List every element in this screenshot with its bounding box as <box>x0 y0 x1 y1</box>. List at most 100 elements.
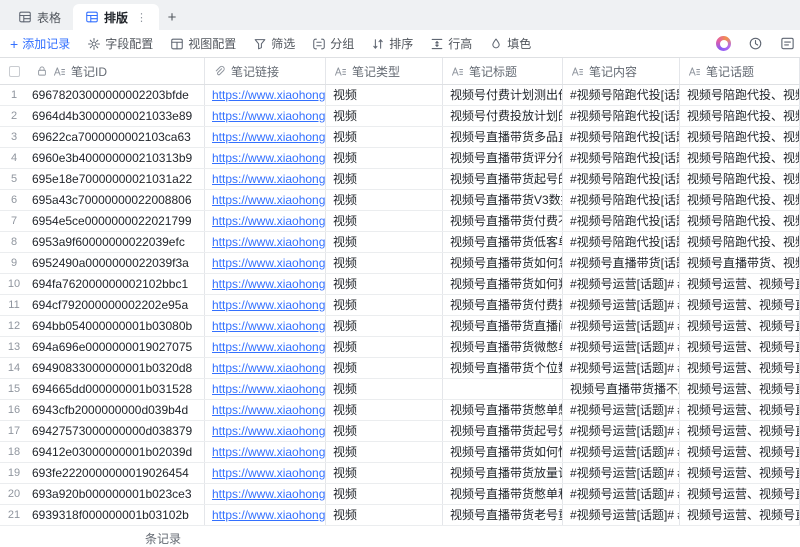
cell-note-topic[interactable]: 视频号陪跑代投、视频... <box>680 148 800 168</box>
cell-note-id[interactable]: 69622ca7000000002103ca63 <box>28 127 205 147</box>
cell-note-type[interactable]: 视频 <box>326 190 443 210</box>
cell-note-content[interactable]: #视频号运营[话题]# #... <box>563 463 680 483</box>
cell-note-topic[interactable]: 视频号陪跑代投、视频... <box>680 106 800 126</box>
sort-button[interactable]: 排序 <box>371 35 413 52</box>
cell-note-type[interactable]: 视频 <box>326 148 443 168</box>
cell-note-title[interactable]: 视频号直播带货放量计... <box>443 463 563 483</box>
cell-note-topic[interactable]: 视频号运营、视频号直... <box>680 337 800 357</box>
cell-note-type[interactable]: 视频 <box>326 253 443 273</box>
cell-note-link[interactable]: https://www.xiaohongs... <box>205 274 326 294</box>
cell-note-type[interactable]: 视频 <box>326 358 443 378</box>
cell-note-id[interactable]: 6939318f000000001b03102b <box>28 505 205 525</box>
cell-note-type[interactable]: 视频 <box>326 400 443 420</box>
cell-note-id[interactable]: 69678203000000002203bfde <box>28 85 205 105</box>
cell-note-title[interactable]: 视频号直播带货如何判... <box>443 274 563 294</box>
cell-note-type[interactable]: 视频 <box>326 484 443 504</box>
cell-note-topic[interactable]: 视频号直播带货、视频... <box>680 253 800 273</box>
filter-button[interactable]: 筛选 <box>253 35 295 52</box>
cell-note-topic[interactable]: 视频号运营、视频号直... <box>680 421 800 441</box>
cell-note-content[interactable]: #视频号运营[话题]# #... <box>563 337 680 357</box>
cell-note-id[interactable]: 694a696e0000000019027075 <box>28 337 205 357</box>
cell-note-content[interactable]: #视频号运营[话题]# #... <box>563 421 680 441</box>
cell-note-link[interactable]: https://www.xiaohongs... <box>205 232 326 252</box>
cell-note-content[interactable]: #视频号陪跑代投[话题]... <box>563 169 680 189</box>
cell-note-topic[interactable]: 视频号陪跑代投、视频... <box>680 232 800 252</box>
cell-note-id[interactable]: 693fe2220000000019026454 <box>28 463 205 483</box>
select-all-checkbox[interactable] <box>8 65 20 77</box>
cell-note-link[interactable]: https://www.xiaohongs... <box>205 421 326 441</box>
cell-note-id[interactable]: 694bb054000000001b03080b <box>28 316 205 336</box>
cell-note-id[interactable]: 6960e3b400000000210313b9 <box>28 148 205 168</box>
cell-note-type[interactable]: 视频 <box>326 127 443 147</box>
cell-note-topic[interactable]: 视频号运营、视频号直... <box>680 442 800 462</box>
cell-note-title[interactable]: 视频号直播带货个位数... <box>443 358 563 378</box>
cell-note-id[interactable]: 69490833000000001b0320d8 <box>28 358 205 378</box>
add-view-button[interactable]: + <box>159 4 185 30</box>
cell-note-link[interactable]: https://www.xiaohongs... <box>205 316 326 336</box>
cell-note-link[interactable]: https://www.xiaohongs... <box>205 484 326 504</box>
cell-note-content[interactable]: #视频号直播带货[话题]... <box>563 253 680 273</box>
cell-note-content[interactable]: #视频号陪跑代投[话题]... <box>563 148 680 168</box>
tab-more-icon[interactable]: ⋮ <box>136 11 147 24</box>
column-header-note-content[interactable]: 笔记内容 <box>563 58 680 84</box>
add-record-button[interactable]: + 添加记录 <box>10 35 70 52</box>
cell-note-content[interactable]: #视频号运营[话题]# #... <box>563 316 680 336</box>
cell-note-topic[interactable]: 视频号陪跑代投、视频... <box>680 127 800 147</box>
cell-note-topic[interactable]: 视频号运营、视频号直... <box>680 463 800 483</box>
cell-note-title[interactable]: 视频号直播带货憋单憋... <box>443 400 563 420</box>
column-header-note-id[interactable]: 笔记ID <box>28 58 205 84</box>
cell-note-link[interactable]: https://www.xiaohongs... <box>205 211 326 231</box>
cell-note-type[interactable]: 视频 <box>326 505 443 525</box>
cell-note-title[interactable]: 视频号直播带货憋单和... <box>443 484 563 504</box>
cell-note-topic[interactable]: 视频号运营、视频号直... <box>680 295 800 315</box>
cell-note-type[interactable]: 视频 <box>326 316 443 336</box>
column-header-note-type[interactable]: 笔记类型 <box>326 58 443 84</box>
cell-note-content[interactable]: #视频号运营[话题]# #... <box>563 358 680 378</box>
cell-note-id[interactable]: 6954e5ce0000000022021799 <box>28 211 205 231</box>
cell-note-topic[interactable]: 视频号运营、视频号直... <box>680 505 800 525</box>
cell-note-type[interactable]: 视频 <box>326 421 443 441</box>
cell-note-title[interactable]: 视频号直播带货评分很... <box>443 148 563 168</box>
cell-note-topic[interactable]: 视频号运营、视频号直... <box>680 379 800 399</box>
cell-note-type[interactable]: 视频 <box>326 169 443 189</box>
cell-note-topic[interactable]: 视频号运营、视频号直... <box>680 316 800 336</box>
cell-note-link[interactable]: https://www.xiaohongs... <box>205 148 326 168</box>
cell-note-topic[interactable]: 视频号陪跑代投、视频... <box>680 211 800 231</box>
cell-note-content[interactable]: #视频号陪跑代投[话题]... <box>563 211 680 231</box>
cell-note-content[interactable]: #视频号运营[话题]# #... <box>563 400 680 420</box>
cell-note-content[interactable]: #视频号运营[话题]# #... <box>563 484 680 504</box>
cell-note-id[interactable]: 6952490a0000000022039f3a <box>28 253 205 273</box>
history-icon[interactable] <box>748 36 763 51</box>
cell-note-content[interactable]: #视频号陪跑代投[话题]... <box>563 85 680 105</box>
cell-note-title[interactable]: 视频号直播带货直播间... <box>443 316 563 336</box>
cell-note-title[interactable]: 视频号直播带货起号如... <box>443 421 563 441</box>
cell-note-title[interactable]: 视频号付费投放计划的... <box>443 106 563 126</box>
cell-note-id[interactable]: 6953a9f60000000022039efc <box>28 232 205 252</box>
cell-note-title[interactable]: 视频号直播带货如何急... <box>443 253 563 273</box>
cell-note-content[interactable]: 视频号直播带货播不起... <box>563 379 680 399</box>
cell-note-title[interactable] <box>443 379 563 399</box>
cell-note-topic[interactable]: 视频号运营、视频号直... <box>680 274 800 294</box>
cell-note-content[interactable]: #视频号运营[话题]# #... <box>563 442 680 462</box>
cell-note-id[interactable]: 694665dd000000001b031528 <box>28 379 205 399</box>
cell-note-id[interactable]: 694cf792000000002202e95a <box>28 295 205 315</box>
cell-note-id[interactable]: 69412e03000000001b02039d <box>28 442 205 462</box>
cell-note-topic[interactable]: 视频号陪跑代投、视频... <box>680 85 800 105</box>
cell-note-link[interactable]: https://www.xiaohongs... <box>205 295 326 315</box>
cell-note-type[interactable]: 视频 <box>326 295 443 315</box>
cell-note-content[interactable]: #视频号陪跑代投[话题]... <box>563 127 680 147</box>
cell-note-content[interactable]: #视频号运营[话题]# #... <box>563 505 680 525</box>
cell-note-link[interactable]: https://www.xiaohongs... <box>205 106 326 126</box>
cell-note-type[interactable]: 视频 <box>326 463 443 483</box>
cell-note-type[interactable]: 视频 <box>326 274 443 294</box>
cell-note-type[interactable]: 视频 <box>326 106 443 126</box>
cell-note-topic[interactable]: 视频号运营、视频号直... <box>680 400 800 420</box>
cell-note-type[interactable]: 视频 <box>326 379 443 399</box>
cell-note-type[interactable]: 视频 <box>326 85 443 105</box>
column-header-note-topic[interactable]: 笔记话题 <box>680 58 800 84</box>
cell-note-link[interactable]: https://www.xiaohongs... <box>205 358 326 378</box>
field-config-button[interactable]: 字段配置 <box>87 35 153 52</box>
cell-note-content[interactable]: #视频号运营[话题]# #... <box>563 274 680 294</box>
sidebar-toggle-icon[interactable] <box>780 36 795 51</box>
cell-note-id[interactable]: 6964d4b30000000021033e89 <box>28 106 205 126</box>
